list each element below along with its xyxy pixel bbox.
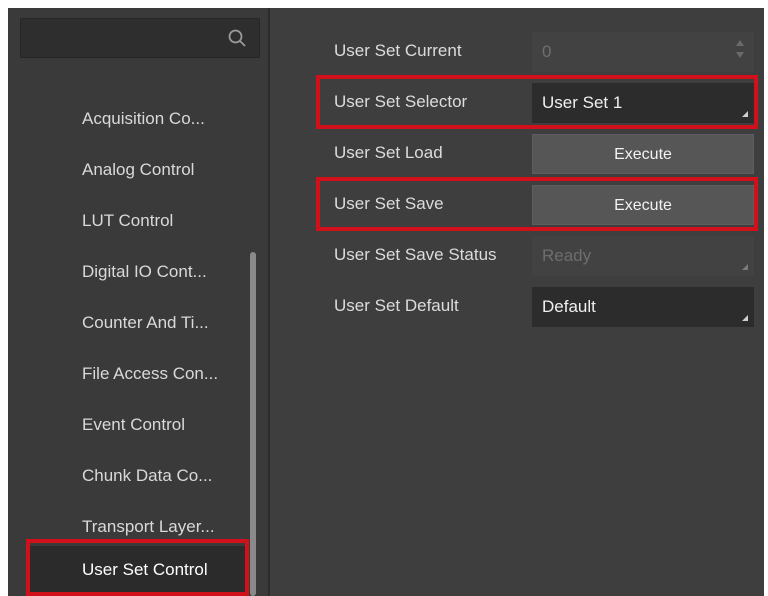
user-set-save-label: User Set Save — [334, 194, 444, 213]
user-set-selector-dropdown[interactable]: User Set 1 — [532, 83, 754, 123]
sidebar-item-label: Transport Layer... — [82, 517, 215, 536]
user-set-selector-value: User Set 1 — [542, 93, 623, 112]
sidebar-item-label: Counter And Ti... — [82, 313, 209, 332]
sidebar-item-label: Digital IO Cont... — [82, 262, 207, 281]
row-user-set-current: User Set Current 0 — [270, 30, 764, 72]
user-set-current-field: 0 — [532, 32, 754, 72]
row-user-set-default: User Set Default Default — [270, 285, 764, 327]
sidebar-scrollbar[interactable] — [250, 252, 256, 596]
spinner-arrows-icon — [736, 40, 744, 64]
sidebar-item-lut-control[interactable]: LUT Control — [26, 200, 246, 242]
user-set-selector-label: User Set Selector — [334, 92, 468, 111]
sidebar-item-event-control[interactable]: Event Control — [26, 404, 246, 446]
user-set-save-status-value: Ready — [542, 246, 592, 265]
sidebar-item-acquisition-control[interactable]: Acquisition Co... — [26, 98, 246, 140]
sidebar-item-label: Analog Control — [82, 160, 195, 179]
sidebar-item-label: Acquisition Co... — [82, 109, 205, 128]
sidebar-item-transport-layer[interactable]: Transport Layer... — [26, 506, 246, 548]
sidebar-item-label: File Access Con... — [82, 364, 219, 383]
user-set-save-status-field: Ready — [532, 236, 754, 276]
search-icon[interactable] — [227, 28, 247, 48]
sidebar-item-chunk-data-control[interactable]: Chunk Data Co... — [26, 455, 246, 497]
user-set-save-status-label: User Set Save Status — [334, 245, 497, 264]
row-user-set-save: User Set Save Execute — [270, 183, 764, 225]
sidebar-item-label: LUT Control — [82, 211, 174, 230]
user-set-current-value: 0 — [542, 42, 552, 61]
sidebar-item-analog-control[interactable]: Analog Control — [26, 149, 246, 191]
row-user-set-load: User Set Load Execute — [270, 132, 764, 174]
sidebar-item-user-set-control[interactable]: User Set Control — [26, 546, 246, 594]
row-user-set-save-status: User Set Save Status Ready — [270, 234, 764, 276]
user-set-load-execute-button[interactable]: Execute — [532, 134, 754, 174]
user-set-default-label: User Set Default — [334, 296, 459, 315]
sidebar-item-digital-io-control[interactable]: Digital IO Cont... — [26, 251, 246, 293]
sidebar-item-label: Chunk Data Co... — [82, 466, 213, 485]
sidebar-item-label: User Set Control — [82, 560, 208, 579]
sidebar-item-counter-and-timer[interactable]: Counter And Ti... — [26, 302, 246, 344]
sidebar-item-file-access-control[interactable]: File Access Con... — [26, 353, 246, 395]
user-set-default-value: Default — [542, 297, 596, 316]
user-set-load-label: User Set Load — [334, 143, 443, 162]
dropdown-corner-icon — [742, 111, 748, 117]
dropdown-corner-icon — [742, 315, 748, 321]
row-user-set-selector: User Set Selector User Set 1 — [270, 81, 764, 123]
dropdown-corner-icon — [742, 264, 748, 270]
user-set-current-label: User Set Current — [334, 41, 462, 60]
sidebar: Acquisition Co... Analog Control LUT Con… — [8, 8, 270, 596]
sidebar-item-label: Event Control — [82, 415, 185, 434]
app-window: Acquisition Co... Analog Control LUT Con… — [8, 8, 764, 596]
parameter-panel: User Set Current 0 User Set Selector Use… — [270, 8, 764, 596]
user-set-save-execute-button[interactable]: Execute — [532, 185, 754, 225]
search-input[interactable] — [20, 18, 260, 58]
user-set-default-dropdown[interactable]: Default — [532, 287, 754, 327]
